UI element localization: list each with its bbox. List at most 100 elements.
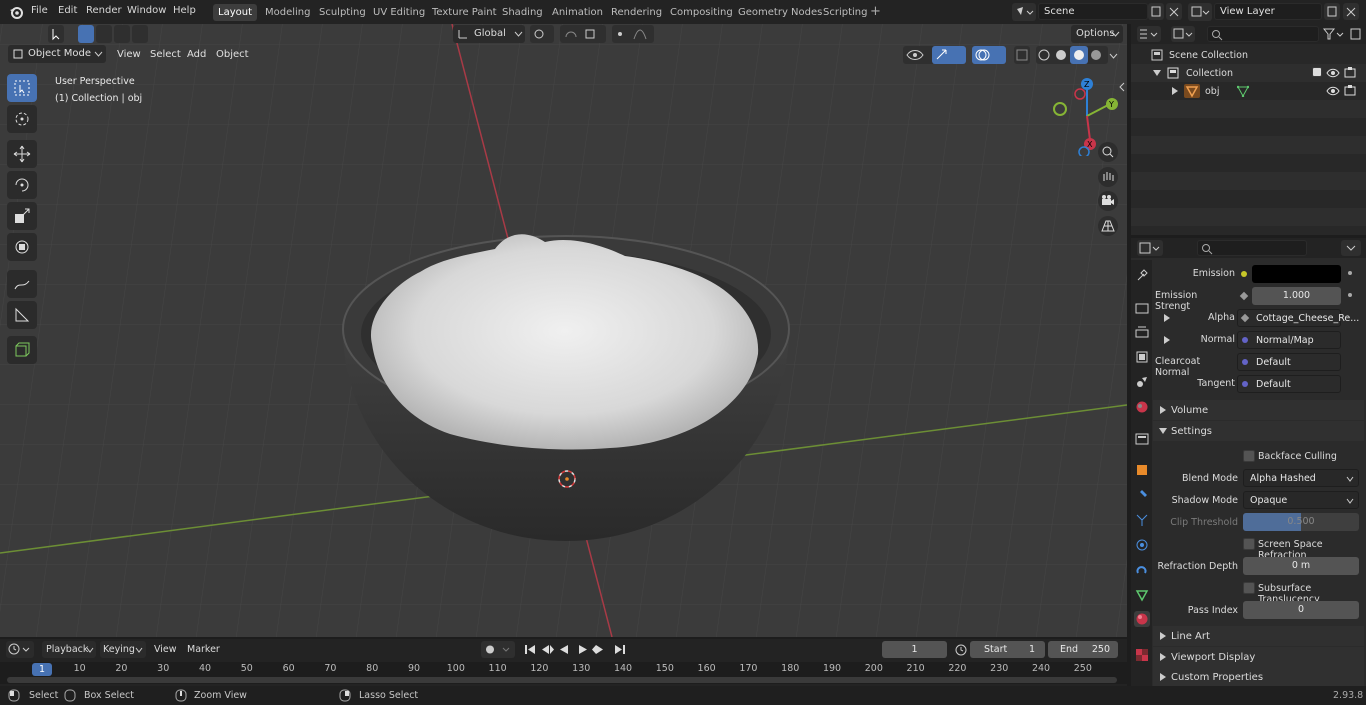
tool-tab-icon[interactable]: [1134, 267, 1150, 283]
outliner-row-obj[interactable]: obj: [1131, 82, 1366, 100]
view-layer-selector-icon[interactable]: [1188, 3, 1212, 21]
timeline-ruler[interactable]: 10 20 30 40 50 60 70 80 90 100 110 120 130 140 150 160 1…: [0, 662, 1127, 684]
annotate-tool-icon[interactable]: [7, 270, 37, 298]
new-scene-icon[interactable]: [1148, 3, 1164, 20]
ortho-toggle-icon[interactable]: [1098, 216, 1118, 236]
rotate-tool-icon[interactable]: [7, 171, 37, 199]
timeline-editor-type-icon[interactable]: [6, 641, 34, 658]
custom-properties-panel-header[interactable]: Custom Properties: [1153, 667, 1364, 686]
object-render-icon[interactable]: [1344, 84, 1356, 96]
new-collection-icon[interactable]: [1349, 26, 1363, 42]
clearcoat-normal-field[interactable]: Default: [1237, 353, 1341, 371]
outliner-row-scene-collection[interactable]: Scene Collection: [1131, 46, 1366, 64]
tab-rendering[interactable]: Rendering: [606, 4, 667, 21]
cursor-tool-icon[interactable]: [7, 105, 37, 133]
close-scene-icon[interactable]: [1166, 3, 1182, 20]
collection-render-icon[interactable]: [1344, 66, 1356, 78]
menu-render[interactable]: Render: [86, 5, 122, 16]
transform-tool-icon[interactable]: [7, 233, 37, 261]
clip-threshold-slider[interactable]: 0.500: [1243, 513, 1359, 531]
settings-panel-header[interactable]: Settings: [1153, 421, 1364, 441]
constraints-tab-icon[interactable]: [1134, 562, 1150, 578]
outliner-row-collection[interactable]: Collection: [1131, 64, 1366, 82]
pivot-point-icon[interactable]: [530, 25, 554, 43]
viewport-display-panel-header[interactable]: Viewport Display: [1153, 647, 1364, 667]
tab-scripting[interactable]: Scripting: [818, 4, 872, 21]
view-layer-tab-icon[interactable]: [1134, 349, 1150, 365]
properties-options-icon[interactable]: [1341, 240, 1361, 256]
pass-index-field[interactable]: 0: [1243, 601, 1359, 619]
move-tool-icon[interactable]: [7, 140, 37, 168]
tab-modeling[interactable]: Modeling: [260, 4, 316, 21]
render-tab-icon[interactable]: [1134, 300, 1150, 316]
select-box-tool-icon[interactable]: [7, 74, 37, 102]
screen-space-refraction-checkbox[interactable]: [1243, 538, 1255, 550]
collapse-icon[interactable]: [1153, 70, 1161, 76]
subsurface-translucency-checkbox[interactable]: [1243, 582, 1255, 594]
properties-editor-type-icon[interactable]: [1137, 240, 1163, 256]
shading-modes[interactable]: [1036, 46, 1108, 64]
view-layer-field[interactable]: View Layer: [1214, 3, 1322, 20]
preview-range-icon[interactable]: [953, 641, 969, 658]
emission-strength-field[interactable]: 1.000: [1252, 287, 1341, 305]
emission-color-swatch[interactable]: [1252, 265, 1341, 283]
shading-dropdown-icon[interactable]: [1109, 53, 1118, 59]
start-frame-field[interactable]: Start 1: [970, 641, 1045, 658]
outliner-editor-type-icon[interactable]: [1137, 26, 1161, 42]
refraction-depth-field[interactable]: 0 m: [1243, 557, 1359, 575]
emission-strength-keyframe-icon[interactable]: [1348, 293, 1352, 297]
timeline-marker-menu[interactable]: Marker: [187, 644, 220, 655]
add-workspace-icon[interactable]: +: [870, 4, 881, 19]
texture-tab-icon[interactable]: [1134, 647, 1150, 663]
output-tab-icon[interactable]: [1134, 324, 1150, 340]
modifier-tab-icon[interactable]: [1134, 487, 1150, 503]
data-tab-icon[interactable]: [1134, 587, 1150, 603]
tab-shading[interactable]: Shading: [497, 4, 548, 21]
tab-uv-editing[interactable]: UV Editing: [368, 4, 430, 21]
world-tab-icon[interactable]: [1134, 399, 1150, 415]
camera-view-icon[interactable]: [1098, 191, 1118, 211]
keying-menu[interactable]: Keying: [100, 641, 146, 658]
zoom-view-icon[interactable]: [1098, 142, 1118, 162]
volume-panel-header[interactable]: Volume: [1153, 400, 1364, 420]
auto-keying-icon[interactable]: [481, 641, 515, 658]
tab-animation[interactable]: Animation: [547, 4, 608, 21]
timeline-view-menu[interactable]: View: [154, 644, 177, 655]
new-view-layer-icon[interactable]: [1324, 3, 1340, 20]
tab-layout[interactable]: Layout: [213, 4, 257, 21]
viewport-menu-select[interactable]: Select: [150, 46, 181, 63]
scene-tab-icon[interactable]: [1134, 374, 1150, 390]
tangent-field[interactable]: Default: [1237, 375, 1341, 393]
pan-view-icon[interactable]: [1098, 167, 1118, 187]
expand-icon[interactable]: [1172, 87, 1178, 95]
alpha-link-field[interactable]: Cottage_Cheese_Re...: [1237, 309, 1359, 327]
viewport-scene[interactable]: [0, 24, 1127, 637]
tab-texture-paint[interactable]: Texture Paint: [427, 4, 502, 21]
mesh-data-icon[interactable]: [1237, 85, 1249, 97]
select-new-icon[interactable]: [78, 25, 94, 43]
object-visibility-icon[interactable]: [1326, 85, 1340, 97]
sidebar-toggle-icon[interactable]: [1118, 82, 1126, 92]
viewport-menu-view[interactable]: View: [117, 46, 141, 63]
options-button[interactable]: Options: [1071, 25, 1123, 43]
object-tab-icon[interactable]: [1134, 462, 1150, 478]
xray-toggle-icon[interactable]: [1014, 46, 1030, 64]
blender-logo-icon[interactable]: [8, 4, 24, 20]
selection-mode-buttons[interactable]: [78, 25, 148, 43]
menu-edit[interactable]: Edit: [58, 5, 77, 16]
viewport-menu-add[interactable]: Add: [187, 46, 206, 63]
filter-icon[interactable]: [1321, 26, 1345, 42]
snap-icon[interactable]: [560, 25, 606, 43]
playback-menu[interactable]: Playback: [42, 641, 96, 658]
scene-name-field[interactable]: Scene: [1038, 3, 1148, 20]
blend-mode-select[interactable]: Alpha Hashed: [1243, 469, 1359, 487]
emission-keyframe-icon[interactable]: [1348, 271, 1352, 275]
gizmo-toggle-icon[interactable]: [932, 46, 966, 64]
proportional-editing-icon[interactable]: [612, 25, 654, 43]
menu-window[interactable]: Window: [127, 5, 166, 16]
normal-link-field[interactable]: Normal/Map: [1237, 331, 1341, 349]
material-tab-icon[interactable]: [1134, 611, 1150, 627]
outliner-search-input[interactable]: [1207, 26, 1319, 42]
select-extend-icon[interactable]: [96, 25, 112, 43]
end-frame-field[interactable]: End 250: [1048, 641, 1118, 658]
